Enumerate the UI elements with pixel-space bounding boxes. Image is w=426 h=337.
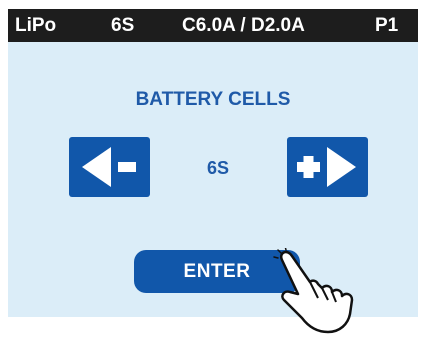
cell-count-status: 6S — [111, 15, 135, 36]
charge-discharge-rate: C6.0A / D2.0A — [182, 15, 305, 36]
program-number: P1 — [375, 15, 399, 36]
charger-display: LiPo 6S C6.0A / D2.0A P1 BATTERY CELLS 6… — [0, 0, 426, 337]
decrease-cells-button[interactable] — [69, 137, 150, 197]
status-bar: LiPo 6S C6.0A / D2.0A P1 — [8, 9, 418, 42]
page-title: BATTERY CELLS — [135, 89, 291, 110]
cell-count-value: 6S — [206, 158, 230, 178]
battery-chemistry: LiPo — [15, 15, 57, 36]
left-arrow-minus-icon — [82, 147, 136, 187]
pointing-hand-icon — [273, 248, 354, 334]
plus-right-arrow-icon — [297, 147, 356, 187]
increase-cells-button[interactable] — [287, 137, 368, 197]
lcd-screen: LiPo 6S C6.0A / D2.0A P1 BATTERY CELLS 6… — [8, 9, 418, 317]
